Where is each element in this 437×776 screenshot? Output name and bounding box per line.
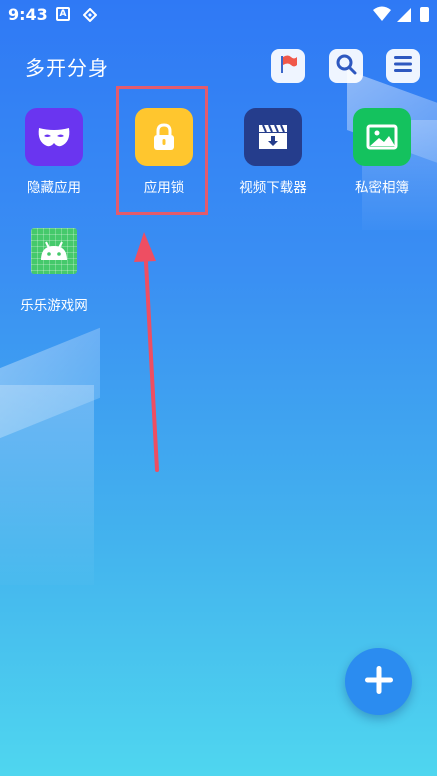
add-button[interactable] (345, 648, 412, 715)
plus-icon (362, 663, 396, 701)
